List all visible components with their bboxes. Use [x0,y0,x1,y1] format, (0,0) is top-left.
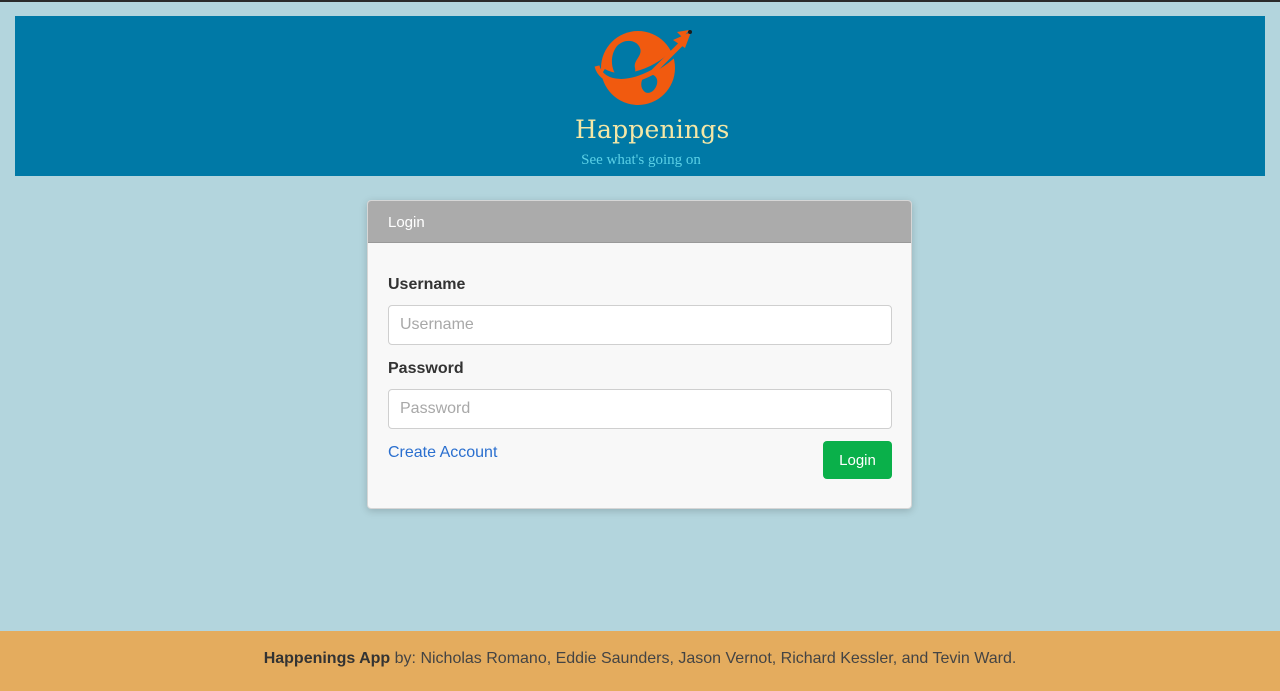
username-label: Username [388,276,466,293]
header-banner: Happenings See what's going on [15,16,1265,176]
globe-airplane-icon [594,30,692,105]
brand-logo: Happenings See what's going on [575,26,730,176]
password-input[interactable] [388,389,892,429]
footer-credits: by: Nicholas Romano, Eddie Saunders, Jas… [390,650,1017,667]
brand-tagline: See what's going on [581,152,701,168]
login-card-header: Login [368,201,911,243]
create-account-link[interactable]: Create Account [388,444,497,462]
top-border [0,0,1280,2]
footer-app-name: Happenings App [263,650,391,667]
login-card: Login Username Password Create Account L… [367,200,912,509]
footer: Happenings App by: Nicholas Romano, Eddi… [0,631,1280,691]
password-label: Password [388,360,464,377]
username-input[interactable] [388,305,892,345]
brand-name: Happenings [575,115,730,144]
login-button[interactable]: Login [823,441,892,479]
